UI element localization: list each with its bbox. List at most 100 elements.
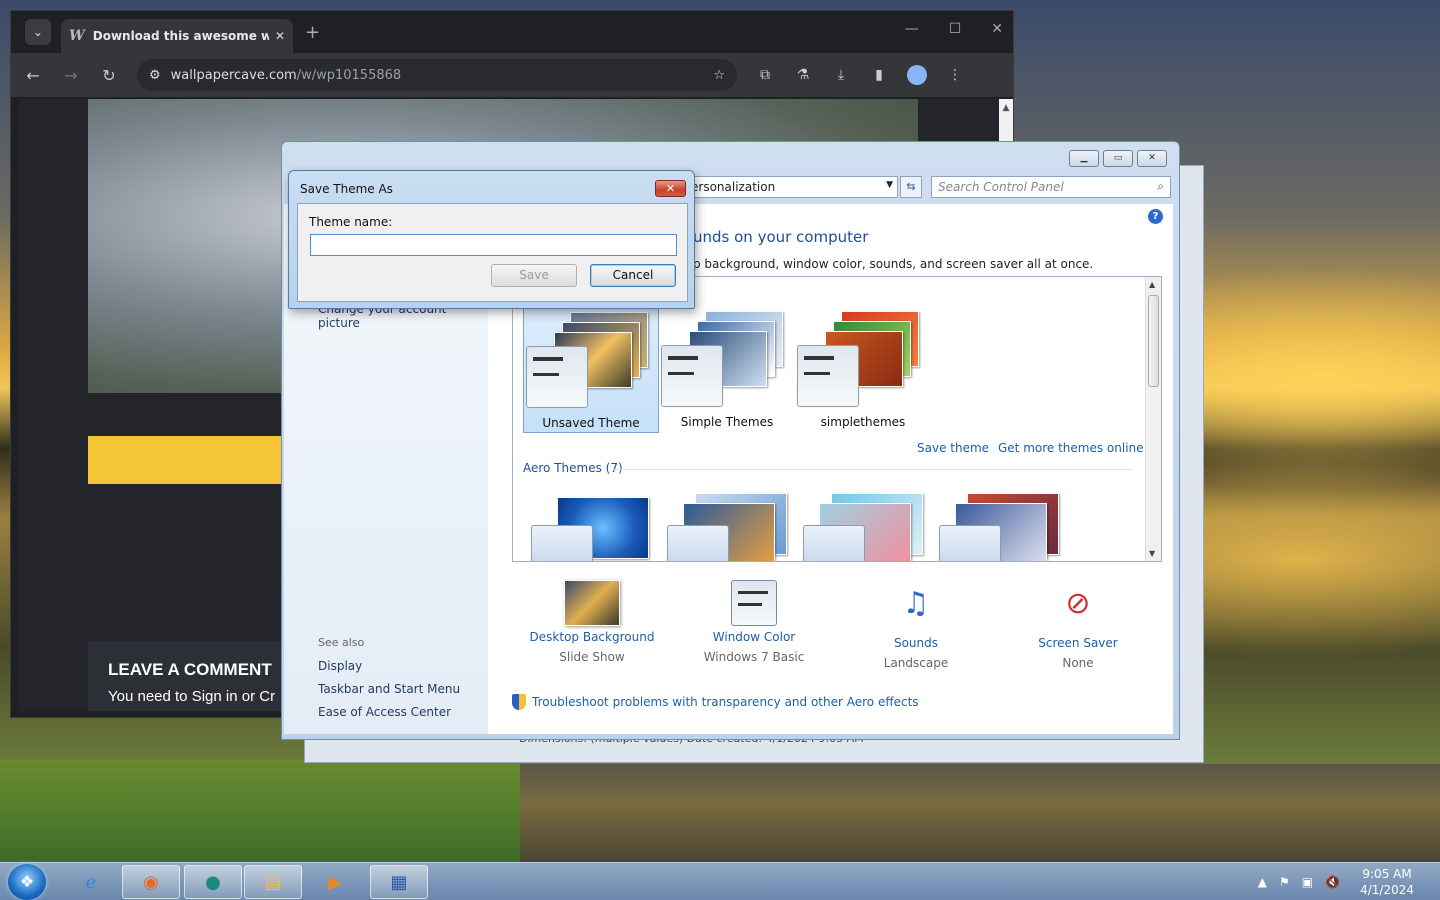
ease-of-access-link[interactable]: Ease of Access Center [318,705,451,719]
screen-saver-item[interactable]: ⊘ Screen Saver None [1008,580,1148,670]
scroll-up-icon[interactable]: ▲ [999,103,1013,113]
aero-theme-architecture[interactable] [663,493,793,561]
theme-simple-themes[interactable]: Simple Themes [659,307,795,433]
wallpaper-grass [0,760,520,862]
bookmark-star-icon[interactable]: ☆ [713,68,725,83]
screen-saver-label[interactable]: Screen Saver [1008,636,1148,650]
refresh-icon[interactable]: ⇆ [900,176,922,198]
download-banner[interactable] [88,436,308,484]
get-more-themes-link[interactable]: Get more themes online [998,441,1144,455]
search-control-panel-input[interactable]: Search Control Panel ⌕ [931,176,1171,198]
taskbar-media-player-icon[interactable]: ▶ [306,865,364,899]
display-link[interactable]: Display [318,659,362,673]
windows-taskbar: ❖ ℯ ◉ ● ▤ ▶ ▦ ▲ ⚑ ▣ 🔇 9:05 AM 4/1/2024 [0,862,1440,900]
page-heading: unds on your computer [693,228,869,246]
profile-avatar-icon[interactable] [907,65,927,85]
page-description: p background, window color, sounds, and … [693,257,1094,271]
theme-name: Simple Themes [680,415,774,429]
maximize-icon[interactable]: ☐ [949,21,962,37]
scroll-up-icon[interactable]: ▲ [1149,280,1155,289]
tray-expand-icon[interactable]: ▲ [1258,875,1267,889]
address-bar[interactable]: ⚙ wallpapercave.com/w/wp10155868 ☆ [137,59,737,91]
tab-title: Download this awesome wallp [92,29,269,43]
cp-maximize-icon[interactable]: ▭ [1103,150,1133,167]
comment-heading: LEAVE A COMMENT [108,660,272,679]
dialog-body: Theme name: Save Cancel [297,203,688,302]
download-icon[interactable]: ⤓ [831,67,851,83]
browser-tabbar: ⌄ W Download this awesome wallp ✕ + — ☐ … [11,11,1013,53]
dialog-title: Save Theme As [300,182,393,196]
extensions-icon[interactable]: ⧉ [755,67,775,83]
taskbar-firefox-icon[interactable]: ◉ [122,865,180,899]
scroll-thumb[interactable] [1148,295,1159,387]
reload-icon[interactable]: ↻ [99,66,119,85]
tab-search-dropdown-icon[interactable]: ⌄ [25,19,51,45]
sounds-item[interactable]: ♫ Sounds Landscape [846,580,986,670]
aero-theme-characters[interactable] [799,493,929,561]
browser-tab-active[interactable]: W Download this awesome wallp ✕ [61,19,293,53]
save-theme-link[interactable]: Save theme [917,441,989,455]
troubleshoot-aero-link[interactable]: Troubleshoot problems with transparency … [512,694,919,710]
system-tray: ▲ ⚑ ▣ 🔇 [1258,875,1340,889]
taskbar-control-panel-icon[interactable]: ▦ [370,865,428,899]
theme-name: simplethemes [820,415,906,429]
desktop-background-value: Slide Show [559,650,625,664]
close-window-icon[interactable]: ✕ [991,21,1003,37]
menu-kebab-icon[interactable]: ⋮ [945,67,965,83]
aero-theme-windows7[interactable] [527,495,657,561]
action-center-flag-icon[interactable]: ⚑ [1279,875,1290,889]
scroll-down-icon[interactable]: ▼ [1149,549,1155,558]
save-button[interactable]: Save [491,264,577,287]
theme-list-scrollbar[interactable]: ▲ ▼ [1145,277,1161,561]
sounds-label[interactable]: Sounds [846,636,986,650]
help-icon[interactable]: ? [1148,209,1163,224]
taskbar-chrome-icon[interactable]: ● [184,865,242,899]
volume-muted-icon[interactable]: 🔇 [1325,875,1340,889]
back-icon[interactable]: ← [23,66,43,85]
site-info-icon[interactable]: ⚙ [149,68,161,83]
window-color-value: Windows 7 Basic [703,650,805,664]
theme-list: Unsaved Theme Simple Themes simplethemes… [512,276,1162,562]
theme-name-label: Theme name: [309,215,393,229]
taskbar-internet-explorer-icon[interactable]: ℯ [62,865,120,899]
start-button-windows-icon[interactable]: ❖ [8,864,46,900]
dialog-close-icon[interactable]: ✕ [655,180,686,197]
system-clock[interactable]: 9:05 AM 4/1/2024 [1360,866,1414,898]
window-color-label[interactable]: Window Color [684,630,824,644]
search-icon[interactable]: ⌕ [1157,179,1164,194]
theme-name: Unsaved Theme [542,416,640,430]
theme-simplethemes[interactable]: simplethemes [795,307,931,433]
cp-minimize-icon[interactable]: ▁ [1069,150,1099,167]
taskbar-start-menu-link[interactable]: Taskbar and Start Menu [318,682,460,696]
comment-signin-text[interactable]: You need to Sign in or Cr [108,688,288,705]
url-path: /w/wp10155868 [296,67,402,83]
clock-date: 4/1/2024 [1360,883,1414,897]
cancel-button[interactable]: Cancel [590,264,676,287]
forward-icon[interactable]: → [61,66,81,85]
address-text: ersonalization [691,180,776,194]
taskbar-explorer-folder-icon[interactable]: ▤ [244,865,302,899]
wallpapercave-favicon-icon: W [69,28,85,44]
wallpaper-water [520,764,1440,862]
theme-unsaved[interactable]: Unsaved Theme [523,307,659,433]
window-color-item[interactable]: Window Color Windows 7 Basic [684,580,824,664]
sounds-music-icon: ♫ [902,586,930,621]
cp-close-icon[interactable]: ✕ [1137,150,1167,167]
labs-icon[interactable]: ⚗ [793,67,813,83]
tab-close-icon[interactable]: ✕ [275,29,285,43]
sounds-value: Landscape [883,656,949,670]
theme-name-input[interactable] [310,234,677,256]
url-domain: wallpapercave.com [170,67,297,83]
aero-themes-heading: Aero Themes (7) [523,461,623,475]
address-breadcrumb[interactable]: ersonalization ▼ [686,176,898,198]
minimize-icon[interactable]: — [905,21,919,37]
comment-section: LEAVE A COMMENT You need to Sign in or C… [88,642,308,711]
desktop-background-item[interactable]: Desktop Background Slide Show [522,580,662,664]
address-dropdown-icon[interactable]: ▼ [886,180,893,190]
desktop-background-label[interactable]: Desktop Background [522,630,662,644]
new-tab-icon[interactable]: + [305,22,320,43]
side-panel-icon[interactable]: ▮ [869,67,889,83]
network-icon[interactable]: ▣ [1302,875,1313,889]
troubleshoot-text[interactable]: Troubleshoot problems with transparency … [532,695,919,709]
aero-theme-landscapes[interactable] [935,493,1065,561]
